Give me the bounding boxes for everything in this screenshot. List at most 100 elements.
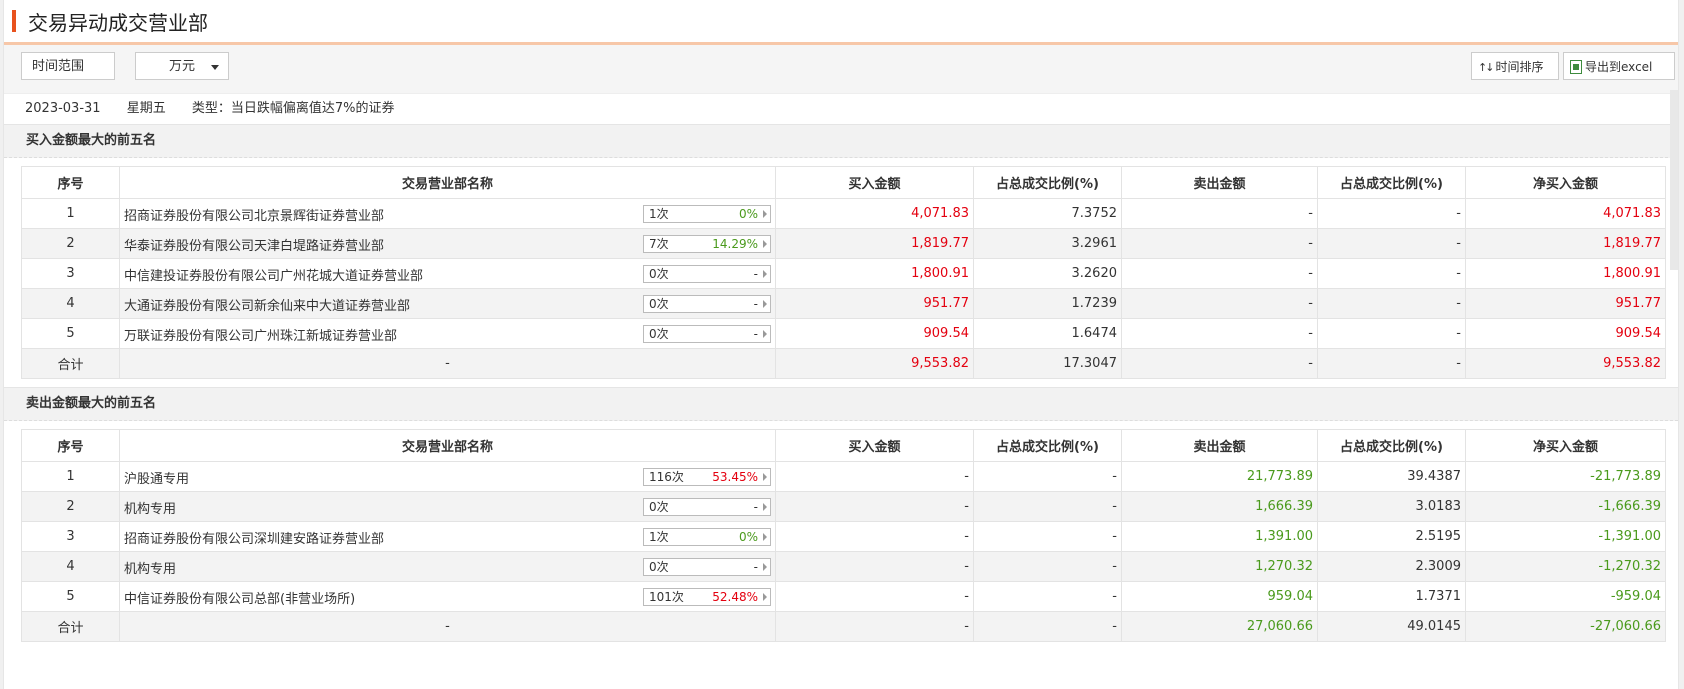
row-index: 3 xyxy=(21,521,120,552)
trade-success-rate: - xyxy=(753,267,758,281)
branch-name-cell: 机构专用 0次 - xyxy=(119,551,776,582)
net-amount: -959.04 xyxy=(1465,581,1666,612)
branch-name-link[interactable]: 万联证券股份有限公司广州珠江新城证券营业部 xyxy=(124,325,397,344)
buy-section-title: 买入金额最大的前五名 xyxy=(4,124,1678,158)
buy-amount: 1,800.91 xyxy=(775,258,974,289)
unit-select[interactable]: 万元 xyxy=(135,52,229,80)
buy-amount: 4,071.83 xyxy=(775,198,974,229)
branch-name-link[interactable]: 沪股通专用 xyxy=(124,468,189,487)
sort-icon: ↑↓ xyxy=(1478,60,1495,74)
total-name: - xyxy=(119,348,776,379)
sell-amount: 1,666.39 xyxy=(1121,491,1318,522)
total-name: - xyxy=(119,611,776,642)
table-header: 序号 交易营业部名称 买入金额 占总成交比例(%) 卖出金额 占总成交比例(%) 净买入金额 xyxy=(21,166,1666,199)
export-excel-label: 导出到excel xyxy=(1585,60,1653,74)
trade-count: 7次 xyxy=(649,237,669,251)
branch-name-cell: 华泰证券股份有限公司天津白堤路证券营业部 7次 14.29% xyxy=(119,228,776,259)
unit-select-value: 万元 xyxy=(168,59,195,74)
title-bar: 交易异动成交营业部 xyxy=(4,0,1678,45)
trade-success-rate: 52.48% xyxy=(712,590,758,604)
column-header: 占总成交比例(%) xyxy=(973,429,1122,462)
trade-count-box[interactable]: 0次 - xyxy=(643,325,771,343)
trade-success-rate: - xyxy=(753,297,758,311)
info-date: 2023-03-31 xyxy=(25,101,101,116)
buy-amount: 909.54 xyxy=(775,318,974,349)
row-index: 4 xyxy=(21,551,120,582)
trade-success-rate: - xyxy=(753,500,758,514)
column-header: 净买入金额 xyxy=(1465,429,1666,462)
page: 交易异动成交营业部 时间范围 万元 ↑↓ 时间排序 导出到excel 2023-0… xyxy=(3,0,1679,689)
title-accent xyxy=(12,10,16,32)
column-header: 占总成交比例(%) xyxy=(1317,166,1466,199)
table-row: 4 大通证券股份有限公司新余仙来中大道证券营业部 0次 -951.77 1.7239- -… xyxy=(21,288,1666,319)
trade-count-box[interactable]: 116次 53.45% xyxy=(643,468,771,486)
branch-name-link[interactable]: 招商证券股份有限公司深圳建安路证券营业部 xyxy=(124,528,384,547)
arrow-right-icon xyxy=(763,300,767,308)
branch-name-cell: 中信建投证券股份有限公司广州花城大道证券营业部 0次 - xyxy=(119,258,776,289)
row-index: 1 xyxy=(21,198,120,229)
branch-name-link[interactable]: 中信证券股份有限公司总部(非营业场所) xyxy=(124,588,355,607)
trade-count-box[interactable]: 1次 0% xyxy=(643,205,771,223)
row-index: 5 xyxy=(21,581,120,612)
buy-ratio: 1.6474 xyxy=(973,318,1122,349)
sell-amount: - xyxy=(1121,288,1318,319)
net-amount: -21,773.89 xyxy=(1465,461,1666,492)
time-range-button[interactable]: 时间范围 xyxy=(21,52,115,80)
info-weekday: 星期五 xyxy=(126,101,166,116)
export-excel-button[interactable]: 导出到excel xyxy=(1563,52,1675,80)
branch-name-link[interactable]: 中信建投证券股份有限公司广州花城大道证券营业部 xyxy=(124,265,423,284)
trade-count-box[interactable]: 0次 - xyxy=(643,558,771,576)
row-index: 5 xyxy=(21,318,120,349)
column-header: 交易营业部名称 xyxy=(119,166,776,199)
trade-count-box[interactable]: 101次 52.48% xyxy=(643,588,771,606)
buy-ratio: - xyxy=(973,581,1122,612)
buy-amount: 1,819.77 xyxy=(775,228,974,259)
buy-ratio: - xyxy=(973,491,1122,522)
column-header: 占总成交比例(%) xyxy=(973,166,1122,199)
branch-name-link[interactable]: 大通证券股份有限公司新余仙来中大道证券营业部 xyxy=(124,295,410,314)
net-amount: 1,819.77 xyxy=(1465,228,1666,259)
info-type: 类型：当日跌幅偏离值达7%的证券 xyxy=(191,101,395,116)
net-amount: -1,391.00 xyxy=(1465,521,1666,552)
sell-amount: - xyxy=(1121,198,1318,229)
row-index: 1 xyxy=(21,461,120,492)
net-amount: 951.77 xyxy=(1465,288,1666,319)
trade-count-box[interactable]: 1次 0% xyxy=(643,528,771,546)
total-buy-ratio: 17.3047 xyxy=(973,348,1122,379)
table-row: 2 华泰证券股份有限公司天津白堤路证券营业部 7次 14.29% 1,819.77 3.2… xyxy=(21,228,1666,259)
toolbar: 时间范围 万元 ↑↓ 时间排序 导出到excel xyxy=(4,45,1678,94)
buy-ratio: 3.2620 xyxy=(973,258,1122,289)
column-header: 净买入金额 xyxy=(1465,166,1666,199)
trade-count-box[interactable]: 7次 14.29% xyxy=(643,235,771,253)
row-index: 2 xyxy=(21,228,120,259)
sell-ratio: - xyxy=(1317,228,1466,259)
branch-name-link[interactable]: 机构专用 xyxy=(124,558,176,577)
table-row: 5 万联证券股份有限公司广州珠江新城证券营业部 0次 -909.54 1.6474- -9… xyxy=(21,318,1666,349)
trade-count-box[interactable]: 0次 - xyxy=(643,295,771,313)
excel-icon xyxy=(1570,59,1582,74)
trade-success-rate: 0% xyxy=(738,530,758,544)
sell-amount: - xyxy=(1121,228,1318,259)
scrollbar[interactable] xyxy=(1670,90,1678,270)
branch-name-link[interactable]: 华泰证券股份有限公司天津白堤路证券营业部 xyxy=(124,235,384,254)
sell-ratio: 2.3009 xyxy=(1317,551,1466,582)
trade-success-rate: 14.29% xyxy=(712,237,758,251)
arrow-right-icon xyxy=(763,563,767,571)
time-sort-button[interactable]: ↑↓ 时间排序 xyxy=(1471,52,1559,80)
trade-count: 0次 xyxy=(649,267,669,281)
sell-amount: - xyxy=(1121,318,1318,349)
branch-name-link[interactable]: 机构专用 xyxy=(124,498,176,517)
sell-amount: 21,773.89 xyxy=(1121,461,1318,492)
total-sell-amount: - xyxy=(1121,348,1318,379)
buy-table-body: 1 招商证券股份有限公司北京景辉街证券营业部 1次 0% 4,071.83 7.3752-… xyxy=(21,198,1666,379)
trade-count-box[interactable]: 0次 - xyxy=(643,498,771,516)
sell-table-body: 1 沪股通专用 116次 53.45% - -21,773.89 39.4387 -21,77… xyxy=(21,461,1666,642)
trade-success-rate: 0% xyxy=(738,207,758,221)
branch-name-link[interactable]: 招商证券股份有限公司北京景辉街证券营业部 xyxy=(124,205,384,224)
page-title: 交易异动成交营业部 xyxy=(28,10,208,35)
total-buy-amount: 9,553.82 xyxy=(775,348,974,379)
trade-count: 101次 xyxy=(649,590,684,604)
trade-count-box[interactable]: 0次 - xyxy=(643,265,771,283)
branch-name-cell: 沪股通专用 116次 53.45% xyxy=(119,461,776,492)
arrow-right-icon xyxy=(763,330,767,338)
